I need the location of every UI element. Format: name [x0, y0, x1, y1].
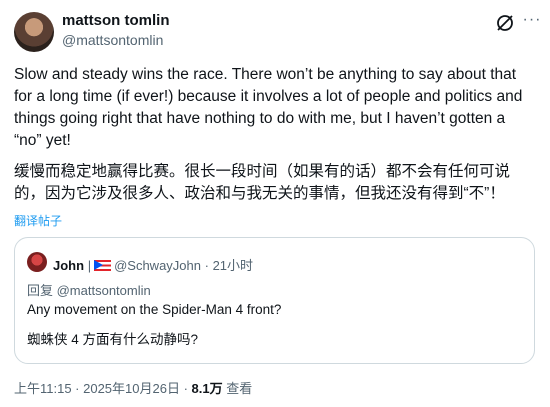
views-label: 查看 — [226, 381, 253, 396]
quote-reply-to: 回复 @mattsontomlin — [27, 283, 151, 298]
quote-separator: | — [87, 258, 92, 273]
puerto-rico-flag-icon — [94, 260, 112, 271]
author-avatar[interactable] — [14, 12, 54, 52]
translate-post-link[interactable]: 翻译帖子 — [14, 212, 62, 229]
more-icon[interactable]: ··· — [522, 10, 542, 30]
quote-avatar[interactable] — [27, 252, 47, 272]
quoted-post[interactable]: John | @SchwayJohn · 21小时 回复 @mattsontoml… — [14, 237, 535, 364]
views-count: 8.1万 — [191, 381, 223, 396]
quote-time[interactable]: 21小时 — [213, 258, 253, 273]
quote-header: John | @SchwayJohn · 21小时 — [53, 255, 253, 274]
quote-text-zh: 蜘蛛侠 4 方面有什么动静吗? — [27, 332, 199, 347]
quote-text-en: Any movement on the Spider-Man 4 front? — [27, 302, 282, 317]
post-timestamp[interactable]: 上午11:15 · 2025年10月26日 · — [14, 381, 188, 396]
quote-author-name[interactable]: John — [53, 258, 84, 273]
quote-author-handle[interactable]: @SchwayJohn — [114, 258, 201, 273]
post-meta: 上午11:15 · 2025年10月26日 · 8.1万 查看 — [14, 378, 252, 397]
grok-icon[interactable] — [495, 13, 515, 33]
quote-dot: · — [204, 258, 209, 273]
author-handle[interactable]: @mattsontomlin — [62, 32, 163, 48]
author-name[interactable]: mattson tomlin — [62, 12, 170, 29]
post-text-en: Slow and steady wins the race. There won… — [14, 66, 523, 149]
post-text-zh: 缓慢而稳定地赢得比赛。很长一段时间（如果有的话）都不会有任何可说的，因为它涉及很… — [14, 163, 511, 202]
